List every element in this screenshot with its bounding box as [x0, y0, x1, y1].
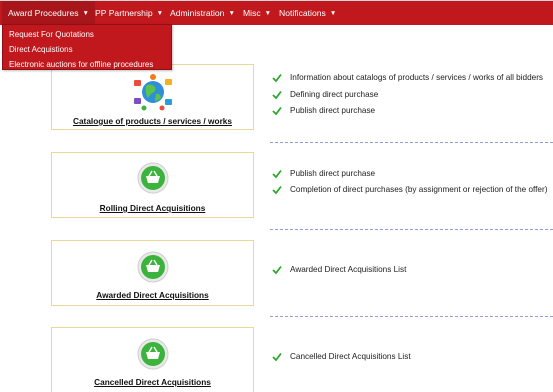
checkmark-icon — [272, 185, 282, 195]
feature-item: Information about catalogs of products /… — [290, 73, 544, 82]
nav-label: Award Procedures — [8, 8, 79, 18]
checkmark-icon — [272, 73, 282, 83]
chevron-down-icon: ▼ — [264, 10, 272, 17]
chevron-down-icon: ▼ — [82, 10, 89, 17]
nav-misc[interactable]: Misc ▼ — [243, 1, 271, 26]
card-title[interactable]: Catalogue of products / services / works — [52, 116, 253, 126]
checkmark-icon — [272, 265, 282, 275]
checkmark-icon — [272, 352, 282, 362]
checkmark-icon — [272, 90, 282, 100]
nav-label: Notifications — [279, 8, 326, 18]
chevron-down-icon: ▼ — [329, 10, 337, 17]
feature-item: Defining direct purchase — [290, 90, 379, 99]
award-procedures-dropdown: Request For Quotations Direct Acquistion… — [2, 24, 172, 70]
nav-label: Misc — [243, 8, 261, 18]
card-title[interactable]: Awarded Direct Acquisitions — [52, 290, 253, 300]
chevron-down-icon: ▼ — [156, 10, 164, 17]
feature-item: Cancelled Direct Acquisitions List — [290, 352, 411, 361]
section-divider — [270, 229, 553, 230]
shopping-basket-icon — [137, 162, 169, 196]
section-divider — [270, 142, 553, 143]
top-nav-bar: Award Procedures ▼ PP Partnership ▼ Admini… — [0, 0, 553, 26]
feature-item: Awarded Direct Acquisitions List — [290, 265, 407, 274]
card-title[interactable]: Rolling Direct Acquisitions — [52, 203, 253, 213]
checkmark-icon — [272, 169, 282, 179]
globe-icon — [132, 74, 174, 114]
checkmark-icon — [272, 106, 282, 116]
nav-label: PP Partnership — [95, 8, 153, 18]
feature-item: Publish direct purchase — [290, 106, 376, 115]
dropdown-item-direct-acquisitions[interactable]: Direct Acquistions — [3, 42, 171, 57]
card-cancelled-direct-acquisitions[interactable]: Cancelled Direct Acquisitions — [51, 327, 254, 392]
card-awarded-direct-acquisitions[interactable]: Awarded Direct Acquisitions — [51, 240, 254, 306]
shopping-basket-icon — [137, 251, 169, 285]
card-title[interactable]: Cancelled Direct Acquisitions — [52, 377, 253, 387]
nav-notifications[interactable]: Notifications ▼ — [279, 1, 336, 26]
nav-pp-partnership[interactable]: PP Partnership ▼ — [95, 1, 163, 26]
card-rolling-direct-acquisitions[interactable]: Rolling Direct Acquisitions — [51, 152, 254, 218]
nav-label: Administration — [170, 8, 225, 18]
feature-item: Completion of direct purchases (by assig… — [290, 185, 548, 194]
section-divider — [270, 316, 553, 317]
feature-item: Publish direct purchase — [290, 169, 376, 178]
nav-administration[interactable]: Administration ▼ — [170, 1, 235, 26]
dropdown-item-electronic-auctions[interactable]: Electronic auctions for offline procedur… — [3, 57, 171, 72]
nav-award-procedures[interactable]: Award Procedures ▼ — [2, 1, 95, 26]
shopping-basket-icon — [137, 338, 169, 372]
card-catalogue[interactable]: Catalogue of products / services / works — [51, 64, 254, 130]
chevron-down-icon: ▼ — [228, 10, 235, 17]
dropdown-item-request-for-quotations[interactable]: Request For Quotations — [3, 27, 171, 42]
